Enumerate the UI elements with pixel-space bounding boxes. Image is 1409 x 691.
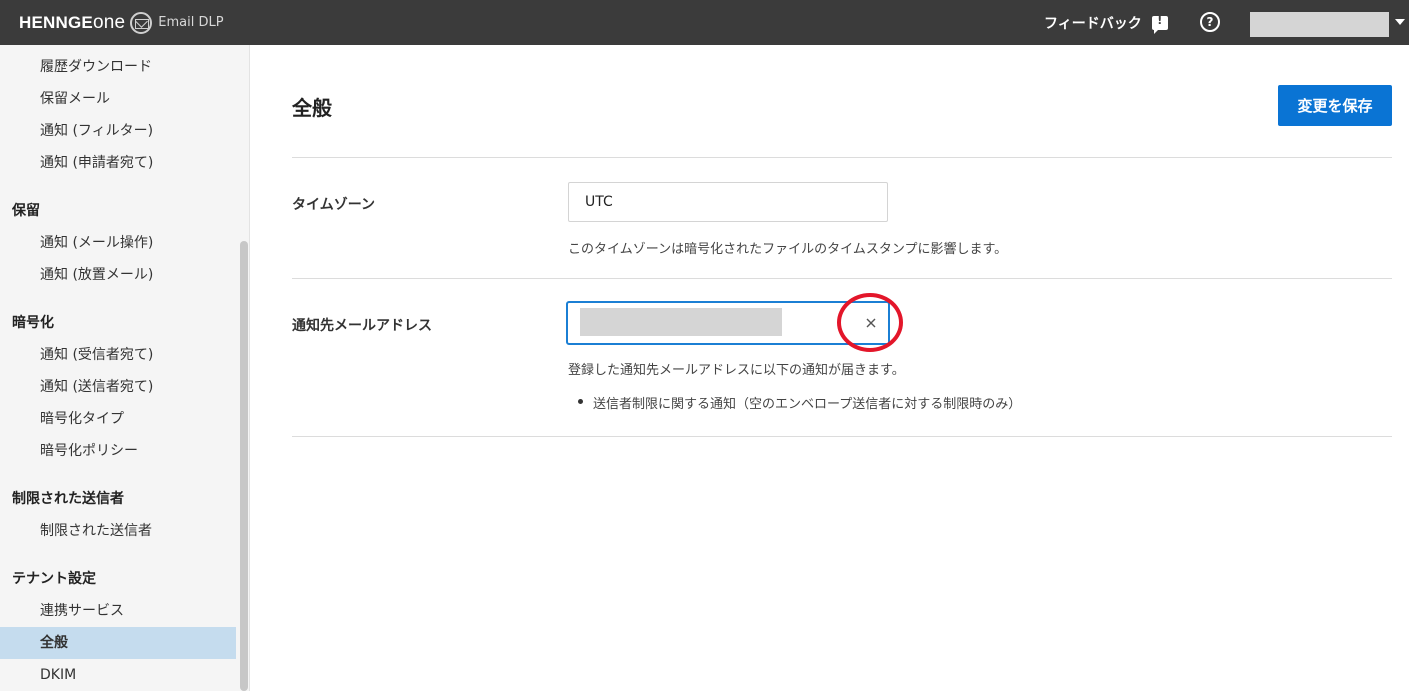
timezone-input[interactable] [568,182,888,222]
sidebar-heading-hold: 保留 [12,203,40,219]
brand-name: HENNGEone [19,11,126,33]
page-title: 全般 [292,96,332,120]
sidebar: 履歴ダウンロード 保留メール 通知 (フィルター) 通知 (申請者宛て) 保留 … [0,45,250,691]
feedback-label: フィードバック [1044,15,1142,32]
sidebar-item-dkim[interactable]: DKIM [0,659,236,691]
feedback-button[interactable]: フィードバック [1044,0,1168,45]
sidebar-item-encryption-type[interactable]: 暗号化タイプ [0,403,236,435]
sidebar-item-integrations[interactable]: 連携サービス [0,595,236,627]
notify-email-field[interactable] [566,301,890,345]
sidebar-item-encryption-policy[interactable]: 暗号化ポリシー [0,435,236,467]
sidebar-heading-tenant-settings: テナント設定 [12,571,96,587]
chevron-down-icon[interactable] [1395,19,1405,25]
sidebar-item-notify-applicant[interactable]: 通知 (申請者宛て) [0,147,236,179]
timezone-label: タイムゾーン [292,197,376,213]
help-icon[interactable]: ? [1200,12,1220,32]
divider [292,436,1392,437]
timezone-help: このタイムゾーンは暗号化されたファイルのタイムスタンプに影響します。 [568,242,1008,257]
sidebar-scrollbar[interactable] [240,241,248,691]
brand-logo[interactable]: HENNGEone Email DLP [19,0,224,45]
user-menu[interactable] [1250,12,1389,37]
sidebar-item-notify-filter[interactable]: 通知 (フィルター) [0,115,236,147]
close-icon[interactable] [862,314,880,332]
notify-email-help: 登録した通知先メールアドレスに以下の通知が届きます。 [568,363,905,378]
sidebar-heading-restricted-senders: 制限された送信者 [12,491,124,507]
sidebar-item-notify-left-mail[interactable]: 通知 (放置メール) [0,259,236,291]
sidebar-item-general[interactable]: 全般 [0,627,236,659]
divider [292,157,1392,158]
bullet-dot [578,399,583,404]
save-button[interactable]: 変更を保存 [1278,85,1392,126]
divider [292,278,1392,279]
sidebar-heading-encryption: 暗号化 [12,315,54,331]
sidebar-item-notify-mail-action[interactable]: 通知 (メール操作) [0,227,236,259]
notify-email-bullet: 送信者制限に関する通知（空のエンベロープ送信者に対する制限時のみ） [593,397,1022,412]
mail-icon [130,11,153,34]
sidebar-item-history-download[interactable]: 履歴ダウンロード [0,51,236,83]
notify-email-value[interactable] [580,308,782,336]
sidebar-item-restricted-senders[interactable]: 制限された送信者 [0,515,236,547]
top-bar: HENNGEone Email DLP フィードバック ? [0,0,1409,45]
brand-product: Email DLP [158,15,224,30]
feedback-icon [1151,14,1168,34]
sidebar-item-notify-sender[interactable]: 通知 (送信者宛て) [0,371,236,403]
sidebar-item-held-mail[interactable]: 保留メール [0,83,236,115]
notify-email-label: 通知先メールアドレス [292,318,432,334]
sidebar-item-notify-recipient[interactable]: 通知 (受信者宛て) [0,339,236,371]
